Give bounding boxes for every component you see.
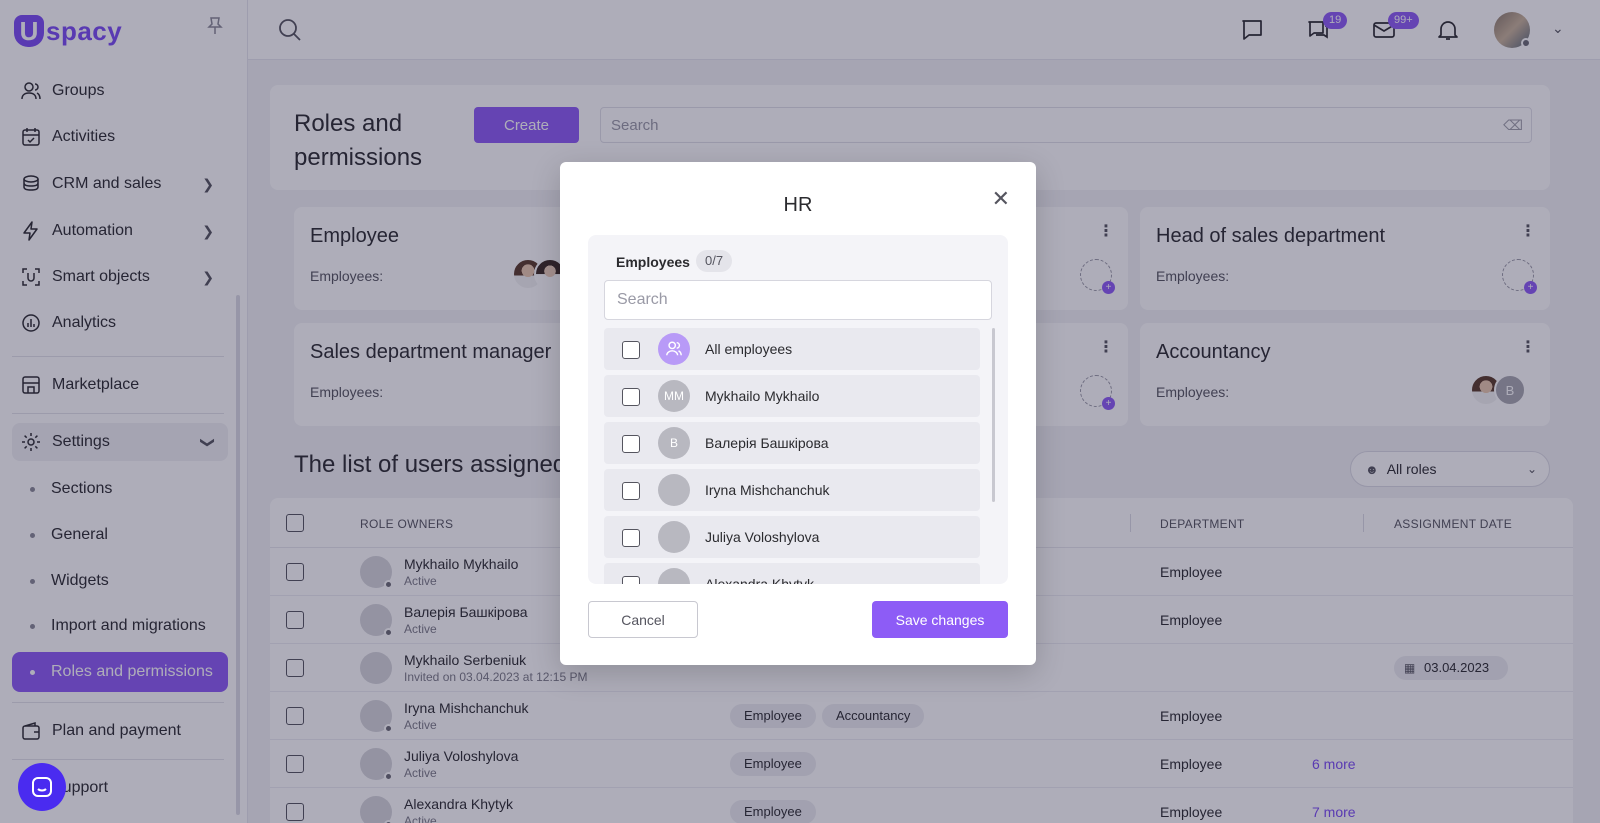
users-group-icon [658, 333, 690, 365]
employees-label: Employees [616, 254, 690, 270]
support-chat-button[interactable] [18, 763, 66, 811]
employee-option-all[interactable]: All employees [604, 328, 980, 370]
employee-search-input[interactable] [604, 280, 992, 320]
assign-role-modal: HR ✕ Employees 0/7 All employees MM Mykh… [560, 162, 1036, 665]
avatar: MM [658, 380, 690, 412]
employee-name: Juliya Voloshylova [705, 529, 820, 545]
employee-option[interactable]: Iryna Mishchanchuk [604, 469, 980, 511]
employee-option[interactable]: Alexandra Khytyk [604, 563, 980, 584]
employee-checkbox[interactable] [622, 576, 640, 584]
avatar: В [658, 427, 690, 459]
employee-checkbox[interactable] [622, 529, 640, 547]
modal-title: HR [783, 194, 813, 216]
employee-option[interactable]: MM Mykhailo Mykhailo [604, 375, 980, 417]
avatar [658, 568, 690, 584]
employee-checkbox[interactable] [622, 482, 640, 500]
cancel-button[interactable]: Cancel [588, 601, 698, 638]
employees-count-badge: 0/7 [696, 250, 733, 272]
employee-checkbox[interactable] [622, 435, 640, 453]
close-icon[interactable]: ✕ [992, 188, 1010, 210]
employee-option[interactable]: Juliya Voloshylova [604, 516, 980, 558]
employee-name: All employees [705, 341, 793, 357]
employee-checkbox[interactable] [622, 341, 640, 359]
employees-panel: Employees 0/7 All employees MM Mykhailo … [588, 235, 1008, 584]
employee-name: Mykhailo Mykhailo [705, 388, 820, 404]
employee-name: Alexandra Khytyk [705, 576, 814, 584]
employee-checkbox[interactable] [622, 388, 640, 406]
employee-name: Iryna Mishchanchuk [705, 482, 830, 498]
save-changes-button[interactable]: Save changes [872, 601, 1008, 638]
employee-list-scrollbar[interactable] [992, 328, 995, 502]
employee-list[interactable]: All employees MM Mykhailo Mykhailo В Вал… [604, 328, 980, 584]
employee-option[interactable]: В Валерія Башкірова [604, 422, 980, 464]
avatar [658, 474, 690, 506]
avatar [658, 521, 690, 553]
employee-name: Валерія Башкірова [705, 435, 829, 451]
